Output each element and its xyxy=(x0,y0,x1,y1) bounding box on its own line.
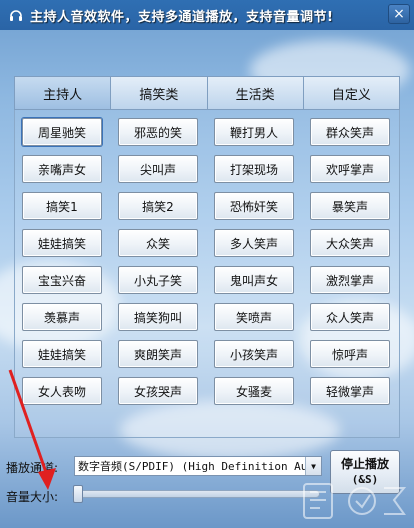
window-title: 主持人音效软件，支持多通道播放，支持音量调节! xyxy=(30,9,334,25)
sound-button[interactable]: 惊呼声 xyxy=(310,340,390,368)
sound-button[interactable]: 爽朗笑声 xyxy=(118,340,198,368)
sound-button[interactable]: 周星驰笑 xyxy=(22,118,102,146)
sound-button[interactable]: 女人表吻 xyxy=(22,377,102,405)
tab-funny[interactable]: 搞笑类 xyxy=(111,77,208,109)
sound-button[interactable]: 羡慕声 xyxy=(22,303,102,331)
category-tabs: 主持人 搞笑类 生活类 自定义 xyxy=(14,76,400,110)
sound-button[interactable]: 恐怖奸笑 xyxy=(214,192,294,220)
sound-button[interactable]: 笑喷声 xyxy=(214,303,294,331)
chevron-down-icon[interactable]: ▼ xyxy=(305,457,321,475)
channel-select-value: 数字音频(S/PDIF) (High Definition Audi xyxy=(78,460,305,473)
sound-button[interactable]: 轻微掌声 xyxy=(310,377,390,405)
sound-button[interactable]: 众笑 xyxy=(118,229,198,257)
sound-button[interactable]: 搞笑1 xyxy=(22,192,102,220)
sound-button[interactable]: 宝宝兴奋 xyxy=(22,266,102,294)
tab-host[interactable]: 主持人 xyxy=(15,77,112,109)
sound-button[interactable]: 娃娃搞笑 xyxy=(22,229,102,257)
sound-button[interactable]: 小丸子笑 xyxy=(118,266,198,294)
close-button[interactable]: × xyxy=(388,4,410,24)
close-icon: × xyxy=(393,6,405,22)
tab-custom[interactable]: 自定义 xyxy=(303,77,399,109)
headphones-icon xyxy=(8,7,24,23)
title-bar: 主持人音效软件，支持多通道播放，支持音量调节! × xyxy=(0,0,414,30)
sound-button[interactable]: 娃娃搞笑 xyxy=(22,340,102,368)
sound-button[interactable]: 欢呼掌声 xyxy=(310,155,390,183)
sound-button[interactable]: 搞笑2 xyxy=(118,192,198,220)
sound-button[interactable]: 亲嘴声女 xyxy=(22,155,102,183)
volume-slider[interactable] xyxy=(72,485,320,503)
channel-select[interactable]: 数字音频(S/PDIF) (High Definition Audi ▼ xyxy=(74,456,322,476)
sound-button[interactable]: 女孩哭声 xyxy=(118,377,198,405)
sound-button[interactable]: 鬼叫声女 xyxy=(214,266,294,294)
sound-button[interactable]: 众人笑声 xyxy=(310,303,390,331)
sound-button-grid: 周星驰笑 邪恶的笑 鞭打男人 群众笑声亲嘴声女 尖叫声 打架现场 欢呼掌声搞笑1 搞笑2 恐怖奸… xyxy=(22,118,392,405)
sound-button[interactable]: 尖叫声 xyxy=(118,155,198,183)
watermark-logo-icon xyxy=(303,483,407,519)
sound-button[interactable]: 群众笑声 xyxy=(310,118,390,146)
sound-button[interactable]: 小孩笑声 xyxy=(214,340,294,368)
sound-button[interactable]: 多人笑声 xyxy=(214,229,294,257)
sound-button[interactable]: 女骚麦 xyxy=(214,377,294,405)
sound-button[interactable]: 邪恶的笑 xyxy=(118,118,198,146)
volume-label: 音量大小: xyxy=(6,490,59,504)
channel-label: 播放通道: xyxy=(6,461,59,475)
sound-button[interactable]: 暴笑声 xyxy=(310,192,390,220)
volume-slider-thumb[interactable] xyxy=(73,485,83,503)
sound-button[interactable]: 鞭打男人 xyxy=(214,118,294,146)
stop-button-label: 停止播放 xyxy=(340,457,389,471)
sound-button[interactable]: 激烈掌声 xyxy=(310,266,390,294)
sound-button[interactable]: 搞笑狗叫 xyxy=(118,303,198,331)
sound-button[interactable]: 大众笑声 xyxy=(310,229,390,257)
tab-life[interactable]: 生活类 xyxy=(207,77,304,109)
sound-button[interactable]: 打架现场 xyxy=(214,155,294,183)
